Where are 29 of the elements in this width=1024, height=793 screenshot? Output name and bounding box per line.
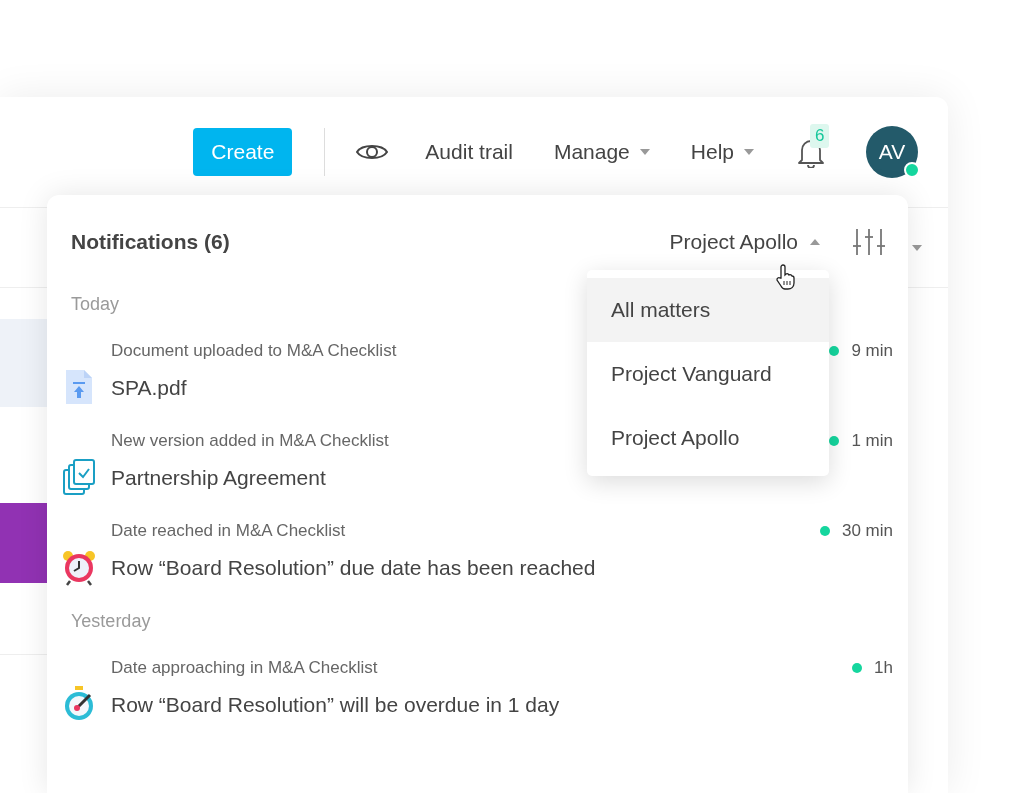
notification-title[interactable]: SPA.pdf xyxy=(111,375,187,401)
notification-time: 1 min xyxy=(851,430,893,452)
notification-title[interactable]: Row “Board Resolution” will be overdue in 1 day xyxy=(111,692,560,718)
matter-filter[interactable]: Project Apollo xyxy=(669,226,820,258)
notification-subtitle: Date reached in M&A Checklist xyxy=(111,520,346,542)
notification-count: 6 xyxy=(810,124,830,148)
panel-title: Notifications (6) xyxy=(71,229,230,256)
notification-title[interactable]: Row “Board Resolution” due date has been reached xyxy=(111,555,596,581)
dropdown-item[interactable]: All matters xyxy=(587,278,829,342)
group-label: Yesterday xyxy=(71,610,151,633)
stacked-documents-icon xyxy=(62,458,96,496)
notification-time: 1h xyxy=(874,657,893,679)
caret-icon xyxy=(912,244,922,251)
nav-link[interactable]: Manage xyxy=(553,136,650,168)
notification-time: 30 min xyxy=(841,520,893,542)
sliders-icon[interactable] xyxy=(853,228,885,256)
notification-subtitle: Date approaching in M&A Checklist xyxy=(111,657,378,679)
nav-link[interactable]: Help xyxy=(690,136,754,168)
stopwatch-icon xyxy=(62,685,96,723)
alarm-clock-icon xyxy=(62,548,96,586)
nav-link[interactable]: Audit trail xyxy=(425,136,513,168)
notification-time: 9 min xyxy=(851,340,893,362)
notification-subtitle: New version added in M&A Checklist xyxy=(111,430,389,452)
notification-title[interactable]: Partnership Agreement xyxy=(111,465,326,491)
dropdown-item[interactable]: Project Apollo xyxy=(587,406,829,470)
avatar[interactable]: AV xyxy=(866,126,918,178)
dropdown-item[interactable]: Project Vanguard xyxy=(587,342,829,406)
notification-subtitle: Document uploaded to M&A Checklist xyxy=(111,340,397,362)
group-label: Today xyxy=(71,293,120,316)
